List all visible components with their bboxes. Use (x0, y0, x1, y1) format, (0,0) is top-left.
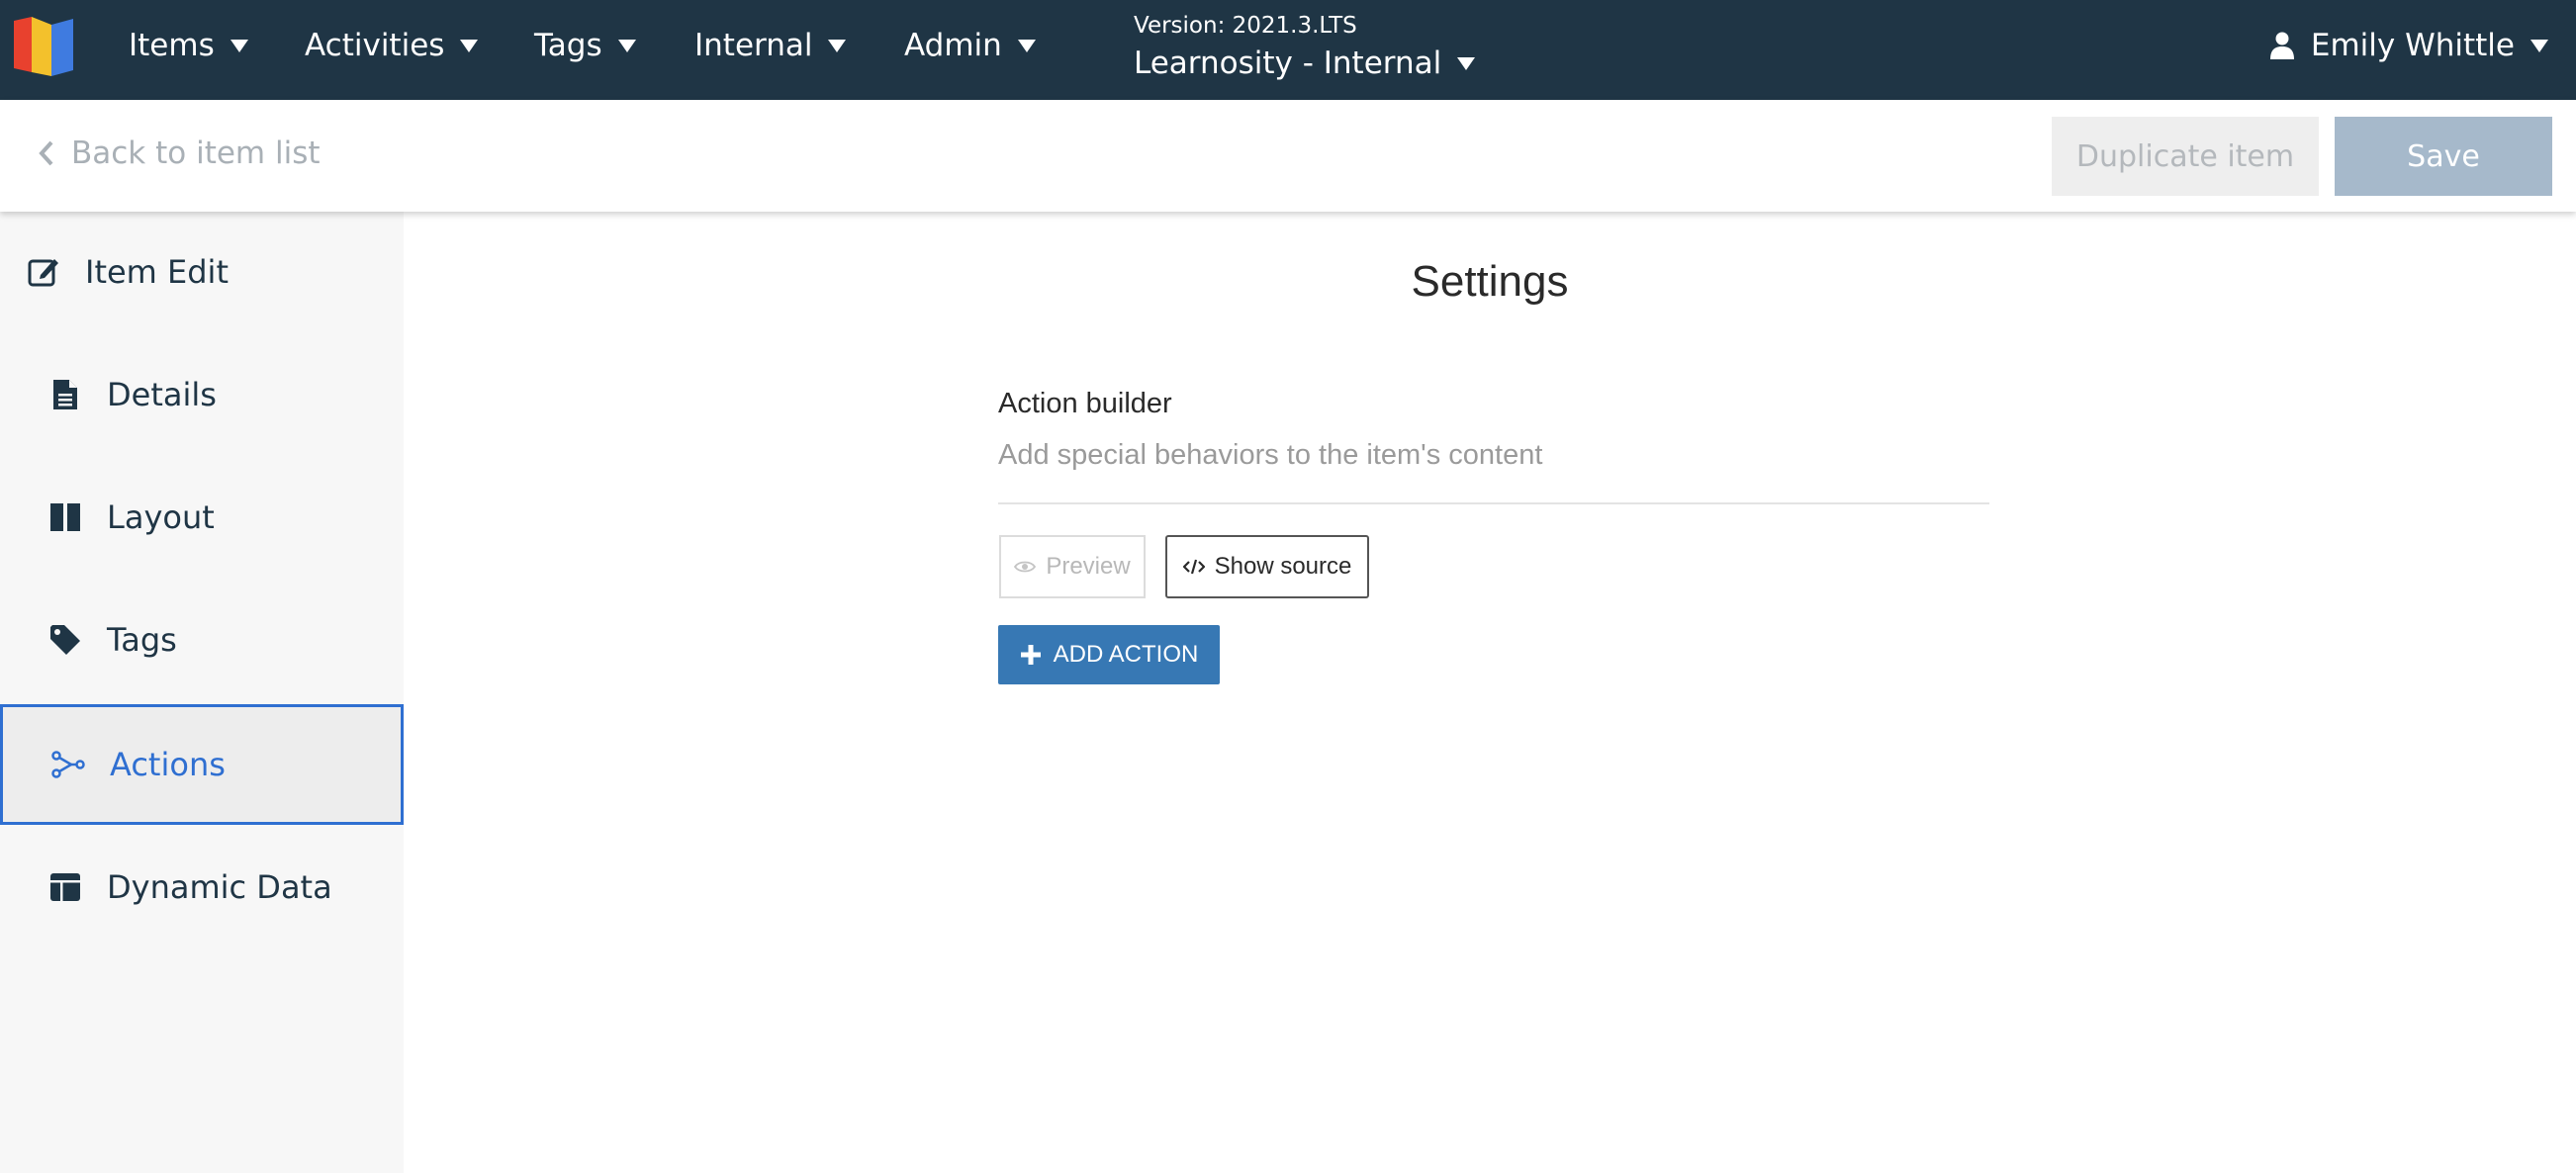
sidebar-item-details[interactable]: Details (0, 334, 404, 455)
page-title: Settings (1411, 257, 1569, 306)
learnosity-logo[interactable] (12, 13, 75, 76)
sidebar-item-label: Actions (110, 746, 226, 783)
nav-admin-menu[interactable]: Admin (904, 26, 1036, 65)
back-link-label: Back to item list (71, 135, 321, 171)
edit-icon (26, 254, 61, 290)
version-block: Version: 2021.3.LTS Learnosity - Interna… (1134, 12, 1476, 81)
settings-panel: Settings Action builder Add special beha… (404, 212, 2576, 1173)
back-to-item-list-link[interactable]: Back to item list (38, 135, 321, 171)
plus-icon (1020, 645, 1041, 665)
nav-admin-label: Admin (904, 28, 1002, 63)
sidebar-item-label: Layout (107, 498, 215, 536)
caret-down-icon (460, 39, 479, 52)
nav-tags-menu[interactable]: Tags (534, 26, 636, 65)
top-navigation: Items Activities Tags Internal Admin Ver… (0, 0, 2576, 100)
table-icon (47, 869, 83, 905)
save-button[interactable]: Save (2335, 117, 2552, 196)
caret-down-icon (2530, 39, 2548, 52)
actions-icon (50, 747, 86, 782)
caret-down-icon (1457, 56, 1476, 70)
show-source-label: Show source (1214, 553, 1352, 580)
organization-select[interactable]: Learnosity - Internal (1134, 45, 1476, 81)
organization-label: Learnosity - Internal (1134, 45, 1442, 81)
caret-down-icon (828, 39, 847, 52)
sidebar: Item Edit Details Layout Tags Actions Dy… (0, 212, 404, 1173)
sidebar-item-label: Item Edit (85, 253, 229, 291)
columns-icon (47, 499, 83, 535)
code-icon (1182, 559, 1205, 575)
add-action-button[interactable]: ADD ACTION (998, 625, 1220, 684)
sidebar-item-label: Dynamic Data (107, 868, 332, 906)
add-action-label: ADD ACTION (1053, 641, 1199, 668)
version-label: Version: 2021.3.LTS (1134, 13, 1357, 39)
nav-items-label: Items (129, 28, 215, 63)
sidebar-item-dynamic-data[interactable]: Dynamic Data (0, 827, 404, 947)
sidebar-item-layout[interactable]: Layout (0, 457, 404, 578)
chevron-left-icon (39, 140, 53, 166)
user-name: Emily Whittle (2310, 28, 2515, 63)
document-icon (47, 377, 83, 412)
nav-activities-menu[interactable]: Activities (305, 26, 479, 65)
sidebar-item-actions[interactable]: Actions (0, 704, 404, 825)
action-builder-title: Action builder (998, 388, 1172, 419)
sidebar-item-label: Tags (107, 621, 177, 659)
show-source-button[interactable]: Show source (1165, 535, 1369, 598)
eye-icon (1014, 561, 1037, 573)
preview-button[interactable]: Preview (999, 535, 1146, 598)
nav-activities-label: Activities (305, 28, 445, 63)
nav-items-menu[interactable]: Items (129, 26, 248, 65)
nav-internal-label: Internal (694, 28, 813, 63)
caret-down-icon (1017, 39, 1036, 52)
preview-label: Preview (1046, 553, 1131, 580)
action-builder-description: Add special behaviors to the item's cont… (998, 439, 1543, 471)
user-icon (2269, 32, 2294, 59)
duplicate-item-button[interactable]: Duplicate item (2052, 117, 2319, 196)
nav-internal-menu[interactable]: Internal (694, 26, 847, 65)
user-menu[interactable]: Emily Whittle (2267, 26, 2548, 65)
nav-tags-label: Tags (534, 28, 602, 63)
section-divider (998, 502, 1989, 504)
item-toolbar: Back to item list Duplicate item Save (0, 100, 2576, 212)
sidebar-item-item-edit[interactable]: Item Edit (0, 212, 404, 332)
sidebar-item-label: Details (107, 376, 217, 413)
caret-down-icon (230, 39, 248, 52)
caret-down-icon (617, 39, 636, 52)
tag-icon (47, 622, 83, 658)
sidebar-item-tags[interactable]: Tags (0, 580, 404, 700)
